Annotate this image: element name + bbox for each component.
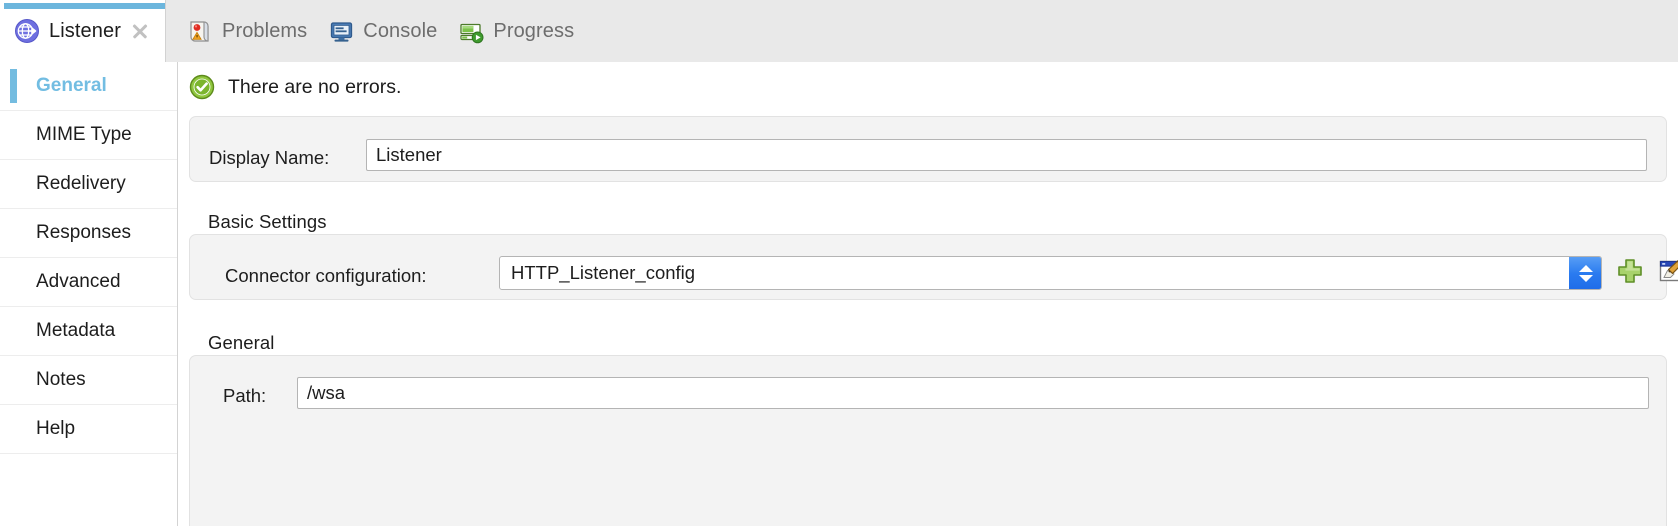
tab-label: Progress — [493, 19, 575, 42]
validation-status: There are no errors. — [189, 72, 401, 102]
sidebar-item-metadata[interactable]: Metadata — [0, 307, 177, 356]
problems-icon — [188, 19, 213, 44]
editor-tab-bar: Listener Problems Console Progress — [0, 0, 1678, 62]
console-monitor-icon — [329, 19, 354, 44]
path-input[interactable]: /wsa — [297, 377, 1649, 409]
sidebar-item-notes[interactable]: Notes — [0, 356, 177, 405]
general-section-title: General — [208, 332, 275, 353]
listener-config-window: Listener Problems Console Progress Gener… — [0, 0, 1678, 526]
plus-icon — [1618, 259, 1642, 283]
display-name-label: Display Name: — [209, 147, 330, 168]
sidebar-item-general[interactable]: General — [0, 62, 177, 111]
sidebar-item-label: Advanced — [36, 271, 121, 292]
edit-pencil-icon — [1659, 259, 1678, 282]
path-label: Path: — [223, 385, 267, 406]
sidebar-item-label: General — [36, 75, 107, 96]
tab-label: Listener — [49, 19, 121, 42]
sidebar-item-label: Notes — [36, 369, 86, 390]
settings-sidebar: General MIME Type Redelivery Responses A… — [0, 62, 178, 526]
sidebar-item-label: Help — [36, 418, 76, 439]
sidebar-item-label: MIME Type — [36, 124, 132, 145]
tab-progress[interactable]: Progress — [437, 0, 574, 62]
display-name-input[interactable]: Listener — [366, 139, 1647, 171]
connector-configuration-label: Connector configuration: — [225, 265, 427, 286]
edit-configuration-button[interactable] — [1658, 257, 1678, 290]
tab-listener[interactable]: Listener — [0, 0, 166, 62]
sidebar-item-responses[interactable]: Responses — [0, 209, 177, 258]
connector-configuration-select[interactable]: HTTP_Listener_config — [499, 256, 1602, 290]
tab-label: Problems — [222, 19, 308, 42]
tab-problems[interactable]: Problems — [166, 0, 307, 62]
status-message: There are no errors. — [228, 75, 402, 98]
sidebar-item-mime-type[interactable]: MIME Type — [0, 111, 177, 160]
sidebar-item-label: Redelivery — [36, 173, 126, 194]
sidebar-item-label: Responses — [36, 222, 132, 243]
tab-console[interactable]: Console — [307, 0, 437, 62]
progress-bar-icon — [459, 19, 484, 44]
sidebar-item-redelivery[interactable]: Redelivery — [0, 160, 177, 209]
add-configuration-button[interactable] — [1616, 257, 1644, 290]
chevron-updown-icon[interactable] — [1569, 257, 1601, 289]
tab-label: Console — [363, 19, 438, 42]
close-icon[interactable] — [130, 21, 150, 41]
basic-settings-title: Basic Settings — [208, 211, 327, 232]
success-check-icon — [189, 74, 215, 100]
general-settings-panel: There are no errors. Display Name: Liste… — [179, 62, 1678, 526]
sidebar-item-label: Metadata — [36, 320, 116, 341]
sidebar-item-advanced[interactable]: Advanced — [0, 258, 177, 307]
connector-configuration-value: HTTP_Listener_config — [511, 262, 696, 283]
sidebar-item-help[interactable]: Help — [0, 405, 177, 454]
globe-arrow-icon — [14, 18, 40, 44]
